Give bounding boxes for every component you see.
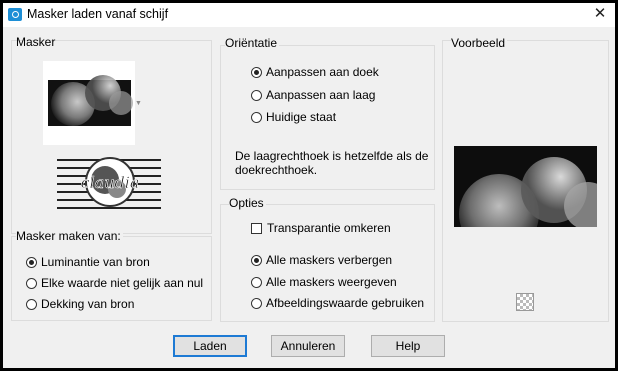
mask-logo-image: claudia: [57, 155, 161, 212]
mask-group-label: Masker: [16, 35, 56, 49]
radio-nonzero[interactable]: Elke waarde niet gelijk aan nul: [26, 275, 203, 291]
checkbox-invert-transparency[interactable]: Transparantie omkeren: [251, 220, 391, 236]
cancel-button[interactable]: Annuleren: [271, 335, 345, 357]
radio-opacity[interactable]: Dekking van bron: [26, 296, 134, 312]
radio-nonzero-label: Elke waarde niet gelijk aan nul: [41, 276, 204, 290]
preview-image: [454, 146, 612, 254]
dropdown-arrow-icon[interactable]: ▼: [135, 100, 142, 107]
radio-use-image-value-indicator[interactable]: [251, 297, 262, 309]
radio-current-state-indicator[interactable]: [251, 111, 262, 123]
radio-fit-canvas-indicator[interactable]: [251, 66, 262, 78]
mask-thumbnail[interactable]: [43, 61, 135, 145]
radio-hide-all-masks-label: Alle maskers verbergen: [266, 253, 393, 267]
radio-fit-canvas-label: Aanpassen aan doek: [266, 65, 379, 79]
orientation-label: Oriëntatie: [225, 36, 280, 50]
mask-from-label: Masker maken van:: [16, 229, 123, 243]
radio-current-state-label: Huidige staat: [266, 110, 337, 124]
help-button[interactable]: Help: [371, 335, 445, 357]
radio-use-image-value[interactable]: Afbeeldingswaarde gebruiken: [251, 295, 424, 311]
preview-label: Voorbeeld: [451, 36, 508, 50]
radio-opacity-indicator[interactable]: [26, 298, 37, 310]
title-bar: Masker laden vanaf schijf ✕: [3, 3, 615, 27]
radio-fit-layer-label: Aanpassen aan laag: [266, 88, 376, 102]
radio-use-image-value-label: Afbeeldingswaarde gebruiken: [266, 296, 425, 310]
checkbox-invert-transparency-label: Transparantie omkeren: [267, 221, 391, 235]
radio-luminance-label: Luminantie van bron: [41, 255, 150, 269]
radio-luminance-indicator[interactable]: [26, 256, 37, 268]
radio-show-all-masks-indicator[interactable]: [251, 276, 262, 288]
radio-hide-all-masks-indicator[interactable]: [251, 254, 262, 266]
radio-show-all-masks-label: Alle maskers weergeven: [266, 275, 397, 289]
radio-opacity-label: Dekking van bron: [41, 297, 135, 311]
logo-text: claudia: [81, 173, 140, 192]
app-icon: [8, 8, 22, 21]
mask-thumbnail-image: [48, 75, 133, 126]
options-label: Opties: [229, 196, 266, 210]
radio-nonzero-indicator[interactable]: [26, 277, 37, 289]
radio-show-all-masks[interactable]: Alle maskers weergeven: [251, 274, 397, 290]
radio-fit-layer-indicator[interactable]: [251, 89, 262, 101]
radio-hide-all-masks[interactable]: Alle maskers verbergen: [251, 252, 392, 268]
checkbox-invert-transparency-box[interactable]: [251, 222, 262, 234]
radio-fit-layer[interactable]: Aanpassen aan laag: [251, 87, 375, 103]
radio-luminance[interactable]: Luminantie van bron: [26, 254, 150, 270]
dialog-window: Masker laden vanaf schijf ✕ Masker ▼ cla…: [3, 3, 615, 368]
load-button[interactable]: Laden: [173, 335, 247, 357]
radio-fit-canvas[interactable]: Aanpassen aan doek: [251, 64, 379, 80]
close-button[interactable]: ✕: [591, 5, 609, 23]
transparency-checker-icon[interactable]: [516, 293, 534, 311]
window-title: Masker laden vanaf schijf: [27, 7, 169, 21]
orientation-info-text: De laagrechthoek is hetzelfde als de doe…: [235, 149, 429, 177]
radio-current-state[interactable]: Huidige staat: [251, 109, 336, 125]
